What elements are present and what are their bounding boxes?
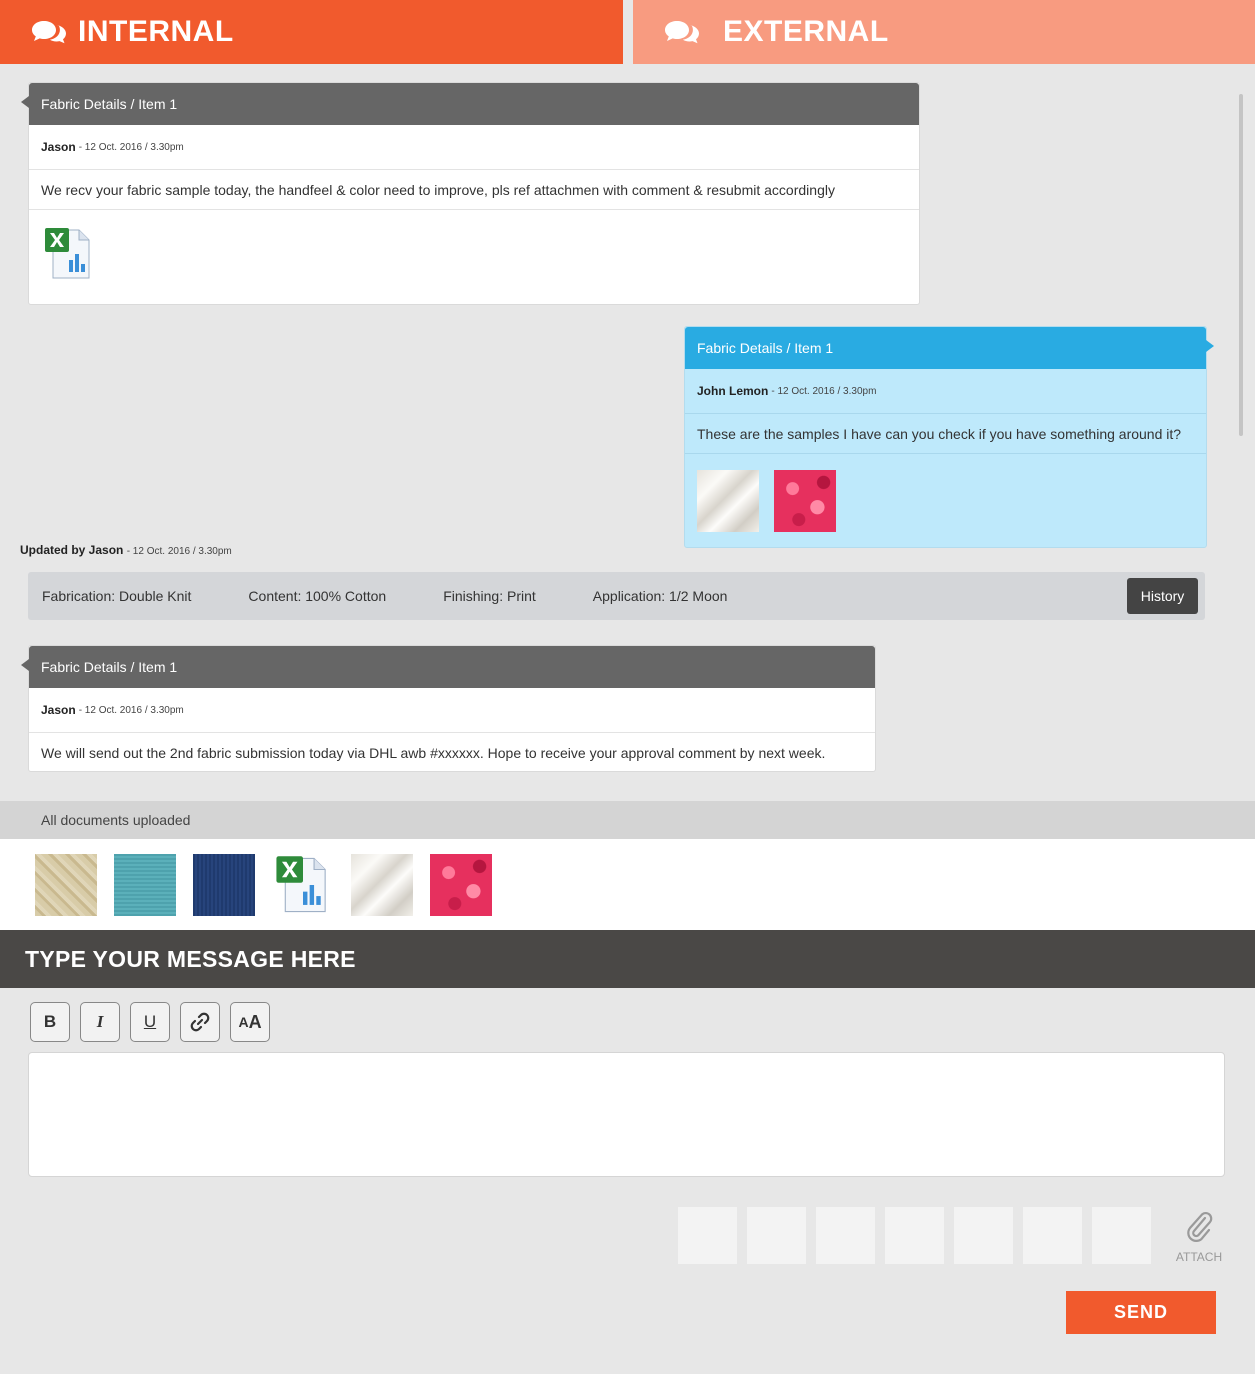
message-text: These are the samples I have can you che…	[685, 414, 1206, 454]
conversation-tabs: INTERNAL EXTERNAL	[0, 0, 1255, 64]
link-button[interactable]	[180, 1002, 220, 1042]
message-title: Fabric Details / Item 1	[41, 659, 178, 675]
speech-pointer	[21, 659, 29, 671]
link-icon	[190, 1012, 210, 1032]
attachment-slot[interactable]	[954, 1207, 1013, 1264]
message-input[interactable]	[28, 1052, 1225, 1177]
message-text: We will send out the 2nd fabric submissi…	[41, 745, 826, 761]
excel-file-icon[interactable]	[41, 226, 97, 282]
application-value: Application: 1/2 Moon	[592, 588, 728, 604]
message-meta: Jason - 12 Oct. 2016 / 3.30pm	[29, 688, 875, 733]
chat-bubbles-icon	[32, 21, 66, 44]
font-size-button[interactable]: AA	[230, 1002, 270, 1042]
white-silk-fabric-thumbnail[interactable]	[351, 853, 413, 916]
documents-heading: All documents uploaded	[0, 801, 1255, 839]
attachment-slot[interactable]	[678, 1207, 737, 1264]
message-card-internal: Fabric Details / Item 1 Jason - 12 Oct. …	[21, 645, 876, 772]
message-time: - 12 Oct. 2016 / 3.30pm	[78, 141, 184, 153]
attachment-slots	[678, 1207, 1151, 1264]
message-card-internal: Fabric Details / Item 1 Jason - 12 Oct. …	[21, 82, 920, 305]
fabrication-value: Fabrication: Double Knit	[42, 588, 192, 604]
message-time: - 12 Oct. 2016 / 3.30pm	[78, 704, 184, 716]
font-size-small-glyph: A	[238, 1014, 249, 1030]
navy-fabric-thumbnail[interactable]	[193, 853, 255, 916]
message-header: Fabric Details / Item 1	[21, 646, 875, 688]
message-attachments	[685, 454, 1206, 548]
speech-pointer	[1206, 340, 1214, 352]
message-card-external: Fabric Details / Item 1 John Lemon - 12 …	[684, 326, 1214, 548]
message-author: Jason	[41, 703, 76, 717]
tab-external[interactable]: EXTERNAL	[633, 0, 1255, 64]
message-title: Fabric Details / Item 1	[697, 340, 834, 356]
pink-ruffle-fabric-thumbnail[interactable]	[774, 470, 836, 532]
message-header: Fabric Details / Item 1	[21, 83, 919, 125]
message-attachments	[29, 210, 919, 298]
documents-strip	[0, 839, 1255, 930]
updated-by: Updated by Jason	[20, 543, 124, 557]
tab-internal[interactable]: INTERNAL	[0, 0, 623, 64]
composer-heading: TYPE YOUR MESSAGE HERE	[0, 930, 1255, 988]
white-silk-fabric-thumbnail[interactable]	[697, 470, 759, 532]
pink-ruffle-fabric-thumbnail[interactable]	[430, 853, 492, 916]
formatting-toolbar: B I U AA	[30, 1002, 270, 1042]
tab-internal-label: INTERNAL	[78, 15, 234, 48]
attachment-slot[interactable]	[747, 1207, 806, 1264]
history-button[interactable]: History	[1127, 578, 1198, 614]
chat-bubbles-icon	[665, 21, 699, 44]
updated-time: - 12 Oct. 2016 / 3.30pm	[126, 546, 232, 557]
message-title: Fabric Details / Item 1	[41, 96, 178, 112]
update-info: Updated by Jason - 12 Oct. 2016 / 3.30pm	[20, 543, 232, 557]
message-text: We recv your fabric sample today, the ha…	[29, 170, 919, 210]
message-time: - 12 Oct. 2016 / 3.30pm	[771, 385, 877, 397]
attachment-slot[interactable]	[1023, 1207, 1082, 1264]
message-author: John Lemon	[697, 384, 769, 398]
attach-label: ATTACH	[1175, 1250, 1223, 1264]
content-value: Content: 100% Cotton	[248, 588, 387, 604]
send-button[interactable]: SEND	[1066, 1291, 1216, 1334]
excel-file-icon[interactable]	[272, 854, 334, 916]
attachment-slot[interactable]	[885, 1207, 944, 1264]
message-author: Jason	[41, 140, 76, 154]
attachment-slot[interactable]	[816, 1207, 875, 1264]
attach-button[interactable]: ATTACH	[1172, 1208, 1226, 1264]
italic-button[interactable]: I	[80, 1002, 120, 1042]
fabric-properties-bar: Fabrication: Double Knit Content: 100% C…	[28, 572, 1205, 620]
font-size-big-glyph: A	[248, 1011, 262, 1032]
finishing-value: Finishing: Print	[443, 588, 536, 604]
bold-button[interactable]: B	[30, 1002, 70, 1042]
paperclip-icon	[1187, 1211, 1213, 1242]
beige-leaf-fabric-thumbnail[interactable]	[35, 853, 97, 916]
teal-fabric-thumbnail[interactable]	[114, 853, 176, 916]
message-header: Fabric Details / Item 1	[685, 327, 1214, 369]
underline-button[interactable]: U	[130, 1002, 170, 1042]
tab-external-label: EXTERNAL	[723, 15, 889, 48]
vertical-scrollbar[interactable]	[1239, 94, 1243, 436]
message-meta: Jason - 12 Oct. 2016 / 3.30pm	[29, 125, 919, 170]
speech-pointer	[21, 96, 29, 108]
message-meta: John Lemon - 12 Oct. 2016 / 3.30pm	[685, 369, 1206, 414]
attachment-slot[interactable]	[1092, 1207, 1151, 1264]
